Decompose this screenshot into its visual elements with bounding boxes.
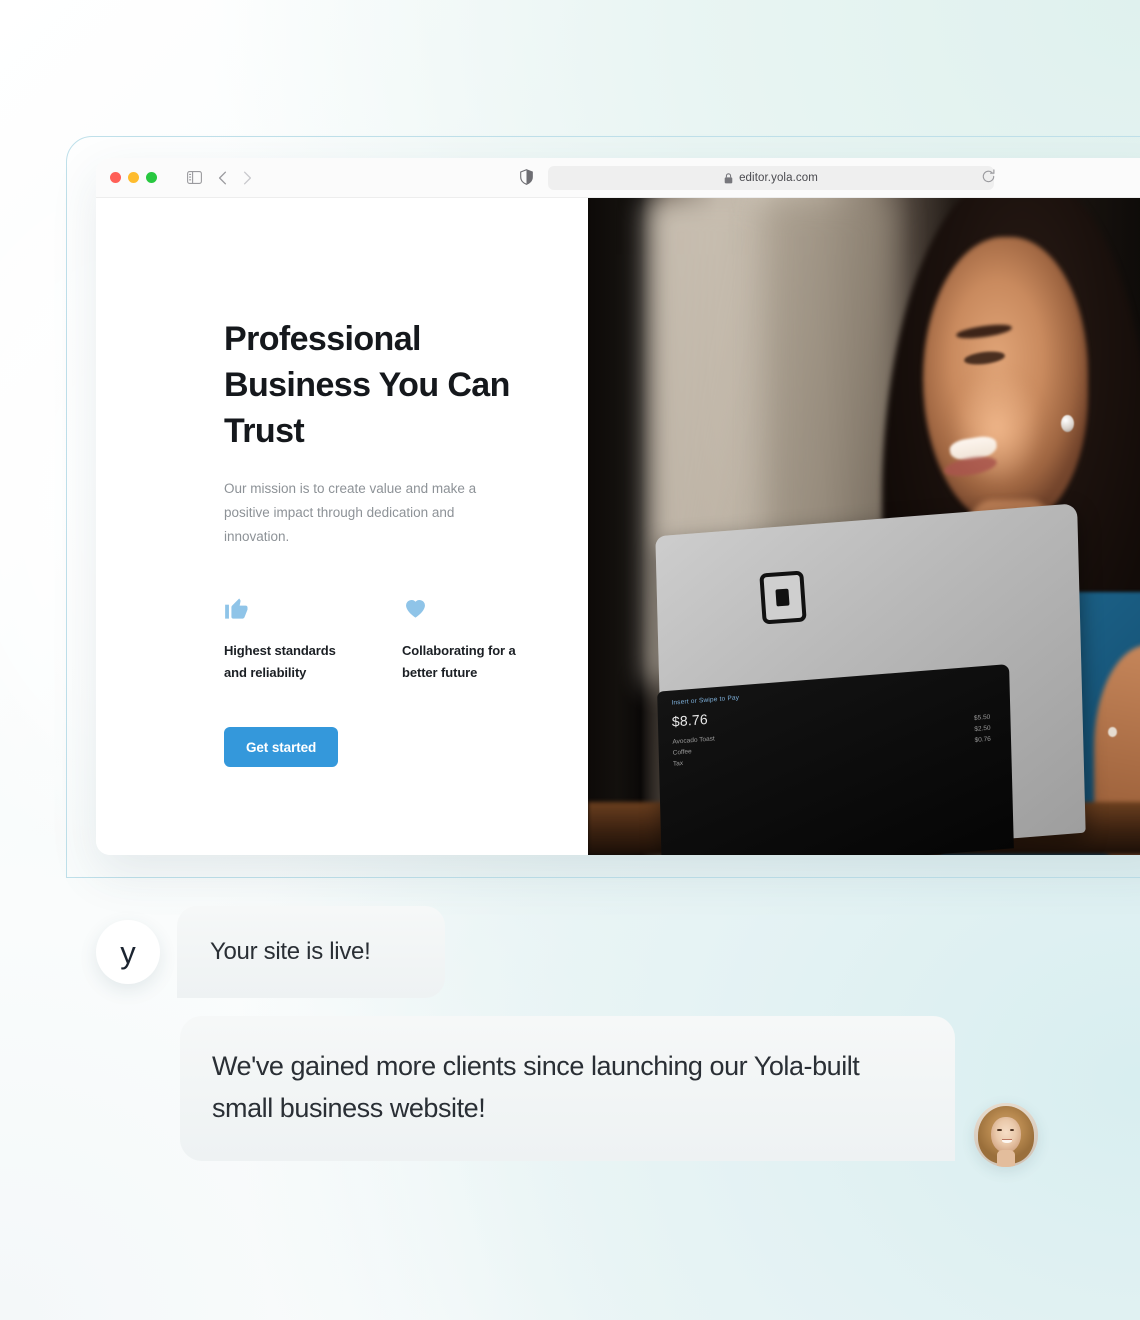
minimize-window-button[interactable] xyxy=(128,172,139,183)
chevron-right-icon[interactable] xyxy=(243,171,252,185)
address-bar[interactable]: editor.yola.com xyxy=(548,166,994,190)
hero-subtitle: Our mission is to create value and make … xyxy=(224,480,477,544)
pos-terminal-screen: Insert or Swipe to Pay $8.76 Avocado Toa… xyxy=(656,663,1014,855)
get-started-button[interactable]: Get started xyxy=(224,727,339,768)
sidebar-icon[interactable] xyxy=(187,171,202,184)
client-avatar xyxy=(974,1103,1038,1167)
address-bar-url: editor.yola.com xyxy=(739,172,818,184)
pos-item-price: $5.50 xyxy=(973,713,990,722)
page-title: Professional Business You Can Trust xyxy=(224,320,510,451)
chat-bubble-text: Your site is live! xyxy=(177,906,445,998)
pos-item-price: $2.50 xyxy=(973,724,991,733)
website-preview: Professional Business You Can Trust Our … xyxy=(96,198,1140,855)
browser-window: editor.yola.com Professional Business Yo… xyxy=(96,158,1140,855)
chat-message-yola: y Your site is live! xyxy=(96,906,445,998)
hero-image: Insert or Swipe to Pay $8.76 Avocado Toa… xyxy=(588,198,1140,855)
pos-item-price: $0.76 xyxy=(974,735,991,744)
heart-icon xyxy=(402,591,524,621)
chat-message-client: We've gained more clients since launchin… xyxy=(180,1016,1038,1167)
chat-bubble-text: We've gained more clients since launchin… xyxy=(180,1016,955,1161)
hero-text-column: Professional Business You Can Trust Our … xyxy=(96,198,588,855)
feature-label: Highest standards and reliability xyxy=(224,642,336,680)
window-traffic-lights xyxy=(110,172,157,183)
reload-icon[interactable] xyxy=(981,169,996,184)
maximize-window-button[interactable] xyxy=(146,172,157,183)
square-logo-icon xyxy=(759,571,807,626)
lock-icon xyxy=(724,172,733,184)
feature-item-collaboration: Collaborating for a better future xyxy=(402,591,524,684)
shield-icon[interactable] xyxy=(520,169,533,185)
chevron-left-icon[interactable] xyxy=(218,171,227,185)
yola-logo-avatar: y xyxy=(96,920,160,984)
pos-item-name: Tax xyxy=(672,759,683,768)
close-window-button[interactable] xyxy=(110,172,121,183)
hero-photo-woman-with-pos-terminal: Insert or Swipe to Pay $8.76 Avocado Toa… xyxy=(588,198,1140,855)
feature-label: Collaborating for a better future xyxy=(402,642,516,680)
browser-nav-controls xyxy=(187,171,252,185)
feature-item-standards: Highest standards and reliability xyxy=(224,591,346,684)
thumbs-up-icon xyxy=(224,591,346,621)
feature-list: Highest standards and reliability Collab… xyxy=(224,591,524,684)
browser-toolbar: editor.yola.com xyxy=(96,158,1140,198)
pos-item-name: Coffee xyxy=(672,747,692,757)
pos-item-name: Avocado Toast xyxy=(671,734,715,746)
